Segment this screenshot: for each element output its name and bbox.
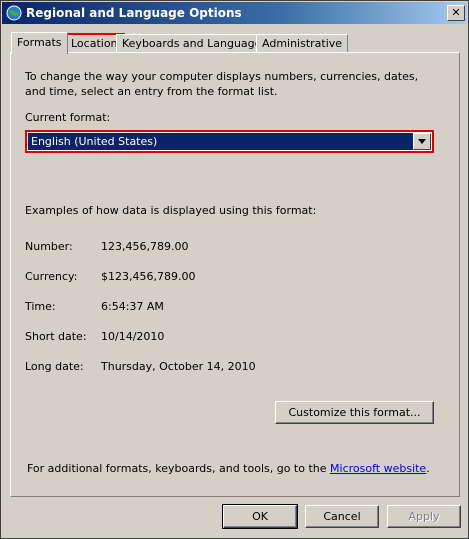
current-format-value: English (United States) xyxy=(28,133,413,150)
example-value: $123,456,789.00 xyxy=(101,270,196,283)
title-bar[interactable]: Regional and Language Options ✕ xyxy=(2,2,467,24)
tab-keyboards-and-languages[interactable]: Keyboards and Languages xyxy=(116,34,274,54)
apply-button[interactable]: Apply xyxy=(387,505,461,528)
current-format-label: Current format: xyxy=(25,111,111,124)
tab-formats[interactable]: Formats xyxy=(11,32,68,54)
microsoft-website-link[interactable]: Microsoft website xyxy=(330,462,426,475)
footer-text: For additional formats, keyboards, and t… xyxy=(27,462,430,475)
regional-options-dialog: Regional and Language Options ✕ Formats … xyxy=(0,0,469,539)
footer-period: . xyxy=(426,462,430,475)
intro-text: To change the way your computer displays… xyxy=(25,70,419,98)
example-label: Number: xyxy=(25,240,73,253)
footer-prefix: For additional formats, keyboards, and t… xyxy=(27,462,331,475)
tab-administrative[interactable]: Administrative xyxy=(256,34,349,54)
examples-heading: Examples of how data is displayed using … xyxy=(25,204,317,217)
example-label: Short date: xyxy=(25,330,87,343)
tab-location[interactable]: Location xyxy=(64,33,125,55)
globe-icon xyxy=(6,5,22,21)
example-value: 10/14/2010 xyxy=(101,330,165,343)
example-value: Thursday, October 14, 2010 xyxy=(101,360,256,373)
example-label: Long date: xyxy=(25,360,84,373)
formats-panel: To change the way your computer displays… xyxy=(10,52,460,497)
example-value: 6:54:37 AM xyxy=(101,300,164,313)
ok-button[interactable]: OK xyxy=(222,504,298,529)
cancel-button[interactable]: Cancel xyxy=(305,505,379,528)
dropdown-arrow-button[interactable] xyxy=(413,133,431,150)
current-format-dropdown[interactable]: English (United States) xyxy=(25,130,434,153)
example-label: Currency: xyxy=(25,270,78,283)
example-label: Time: xyxy=(25,300,56,313)
example-value: 123,456,789.00 xyxy=(101,240,189,253)
customize-format-button[interactable]: Customize this format... xyxy=(275,401,434,424)
window-title: Regional and Language Options xyxy=(26,6,242,20)
close-button[interactable]: ✕ xyxy=(447,5,465,21)
chevron-down-icon xyxy=(418,139,426,144)
